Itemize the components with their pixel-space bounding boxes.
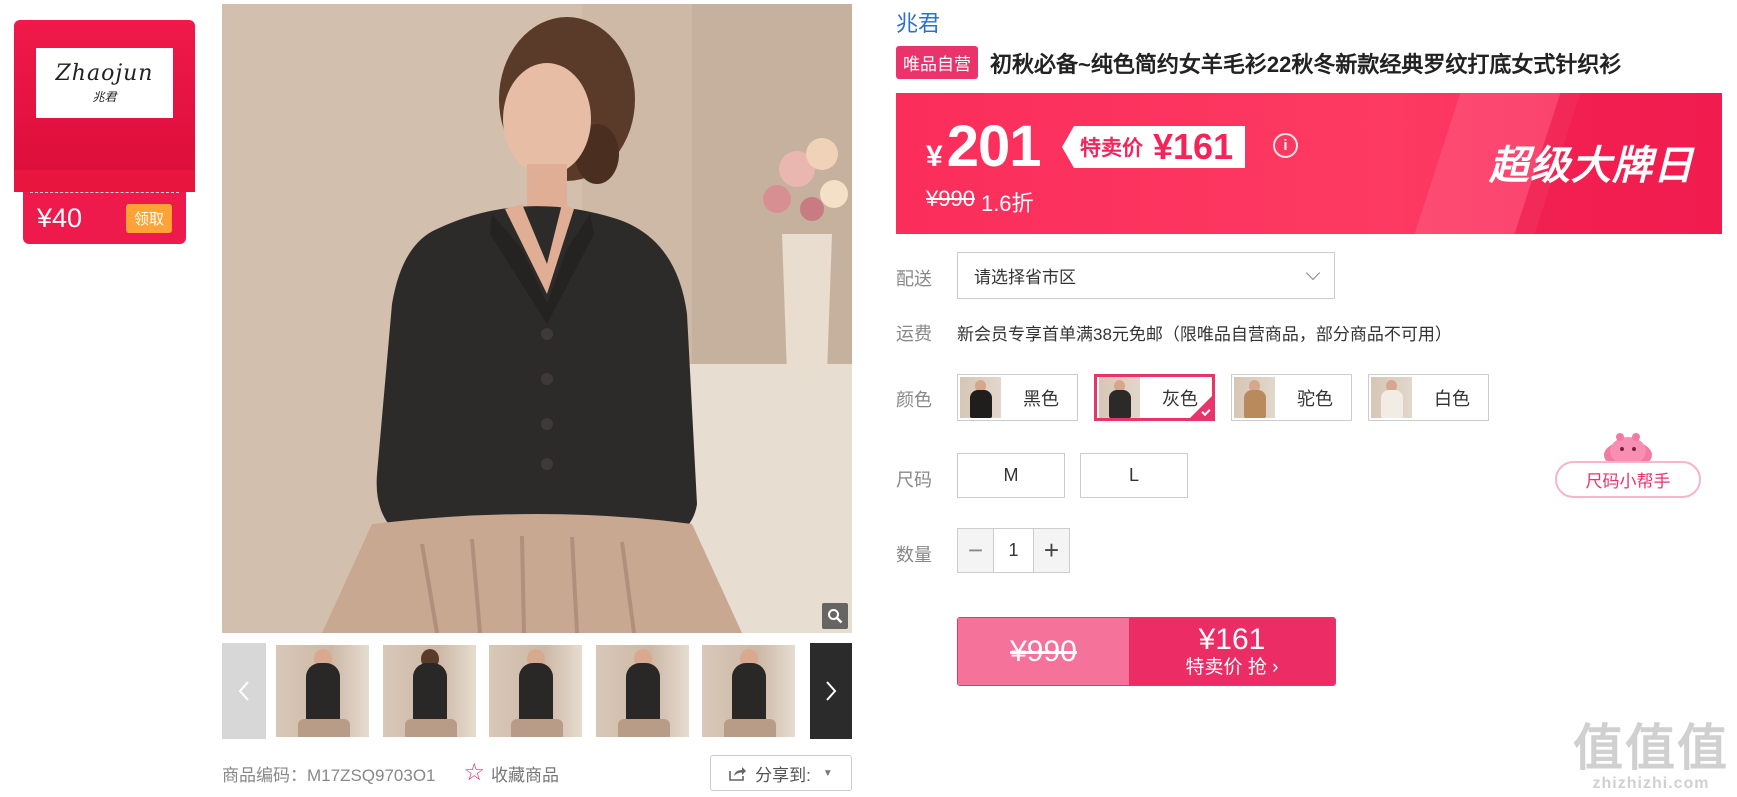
yen-symbol: ¥ <box>926 140 943 173</box>
color-option-white[interactable]: 白色 <box>1368 374 1489 421</box>
color-option-label: 驼色 <box>1297 388 1333 409</box>
watermark: 值值值 zhizhizhi.com <box>1573 721 1729 793</box>
zoom-icon[interactable] <box>822 603 848 629</box>
share-button[interactable]: 分享到: ▼ <box>710 755 852 791</box>
color-swatch <box>1234 377 1275 418</box>
info-icon[interactable]: i <box>1273 133 1298 158</box>
region-select-value: 请选择省市区 <box>974 268 1076 287</box>
watermark-logo: 值值值 <box>1573 720 1729 776</box>
buy-sale-part: ¥161 特卖价 抢 › <box>1129 618 1335 685</box>
brand-card-header: Zhaojun 兆君 <box>14 20 195 170</box>
quantity-value[interactable]: 1 <box>993 529 1034 572</box>
main-product-image[interactable] <box>222 4 852 633</box>
quantity-stepper: − 1 + <box>957 528 1070 573</box>
chevron-right-icon <box>826 681 837 701</box>
star-icon: ☆ <box>463 759 486 786</box>
brand-logo[interactable]: Zhaojun 兆君 <box>36 48 173 118</box>
product-meta-row: 商品编码：M17ZSQ9703O1 ☆ 收藏商品 分享到: ▼ <box>222 755 852 791</box>
coupon-strip: ¥40 领取 <box>23 192 186 244</box>
sale-price-value: ¥161 <box>1153 126 1234 167</box>
color-option-label: 白色 <box>1434 388 1470 409</box>
color-swatch <box>960 377 1001 418</box>
share-icon <box>729 767 747 781</box>
favorite-label: 收藏商品 <box>491 765 560 785</box>
discount-text: 1.6折 <box>980 191 1034 216</box>
thumbnail-prev-button[interactable] <box>222 643 266 739</box>
buy-button[interactable]: ¥990 ¥161 特卖价 抢 › <box>957 617 1336 686</box>
promo-title: 超级大牌日 <box>1489 144 1694 188</box>
thumbnail-3[interactable] <box>489 645 582 737</box>
size-label: 尺码 <box>896 470 932 490</box>
product-photo-illustration <box>222 4 852 633</box>
shipping-label: 运费 <box>896 324 932 344</box>
chevron-down-icon <box>1305 265 1321 281</box>
favorite-button[interactable]: ☆ 收藏商品 <box>464 761 560 786</box>
self-operated-badge: 唯品自营 <box>896 46 978 79</box>
claim-coupon-button[interactable]: 领取 <box>125 203 172 233</box>
sale-price-tag: 特卖价 ¥161 <box>1062 126 1246 168</box>
chevron-left-icon <box>238 681 249 701</box>
share-label: 分享到: <box>755 765 811 785</box>
product-code: 商品编码：M17ZSQ9703O1 <box>222 765 436 785</box>
brand-logo-cn: 兆君 <box>92 90 117 104</box>
color-option-gray[interactable]: 灰色 <box>1094 374 1215 421</box>
brand-coupon-card: Zhaojun 兆君 ¥40 领取 <box>14 20 195 244</box>
quantity-decrease-button[interactable]: − <box>958 529 993 572</box>
delivery-label: 配送 <box>896 269 932 289</box>
size-option-l[interactable]: L <box>1080 453 1188 498</box>
thumbnail-2[interactable] <box>383 645 476 737</box>
current-price-value: 201 <box>946 114 1042 179</box>
price-banner: ¥ 201 特卖价 ¥161 i ¥990 1.6折 超级大牌日 <box>896 93 1722 234</box>
coupon-divider <box>30 192 179 193</box>
thumbnail-5[interactable] <box>702 645 795 737</box>
thumbnail-4[interactable] <box>596 645 689 737</box>
region-select[interactable]: 请选择省市区 <box>957 252 1335 299</box>
color-label: 颜色 <box>896 390 932 410</box>
buy-original-price: ¥990 <box>958 618 1129 685</box>
thumbnail-1[interactable] <box>276 645 369 737</box>
quantity-increase-button[interactable]: + <box>1034 529 1069 572</box>
color-swatch <box>1371 377 1412 418</box>
card-notch-shape <box>14 170 195 192</box>
color-option-camel[interactable]: 驼色 <box>1231 374 1352 421</box>
watermark-url: zhizhizhi.com <box>1592 775 1710 792</box>
selected-corner <box>1190 396 1212 418</box>
color-option-label: 黑色 <box>1023 388 1059 409</box>
color-swatch <box>1099 377 1140 418</box>
current-price: ¥ 201 <box>926 113 1042 180</box>
buy-action-label: 特卖价 抢 › <box>1185 656 1279 678</box>
thumbnail-strip <box>222 643 852 739</box>
title-row: 唯品自营 初秋必备~纯色简约女羊毛衫22秋冬新款经典罗纹打底女式针织衫 <box>896 46 1621 79</box>
quantity-label: 数量 <box>896 545 932 565</box>
color-option-black[interactable]: 黑色 <box>957 374 1078 421</box>
original-price-line: ¥990 1.6折 <box>926 186 1034 218</box>
size-helper-label: 尺码小帮手 <box>1555 461 1701 498</box>
size-option-m[interactable]: M <box>957 453 1065 498</box>
coupon-amount: ¥40 <box>37 202 83 233</box>
sale-price-label: 特卖价 <box>1080 137 1143 160</box>
size-helper-button[interactable]: 尺码小帮手 <box>1555 431 1701 498</box>
thumbnail-next-button[interactable] <box>810 643 852 739</box>
brand-logo-text: Zhaojun <box>55 61 154 86</box>
shipping-info: 新会员专享首单满38元免邮（限唯品自营商品，部分商品不可用） <box>957 325 1452 344</box>
caret-down-icon: ▼ <box>822 767 833 779</box>
original-price: ¥990 <box>926 186 975 211</box>
product-title: 初秋必备~纯色简约女羊毛衫22秋冬新款经典罗纹打底女式针织衫 <box>990 51 1622 77</box>
brand-link[interactable]: 兆君 <box>896 6 940 38</box>
buy-sale-price: ¥161 <box>1198 622 1266 656</box>
